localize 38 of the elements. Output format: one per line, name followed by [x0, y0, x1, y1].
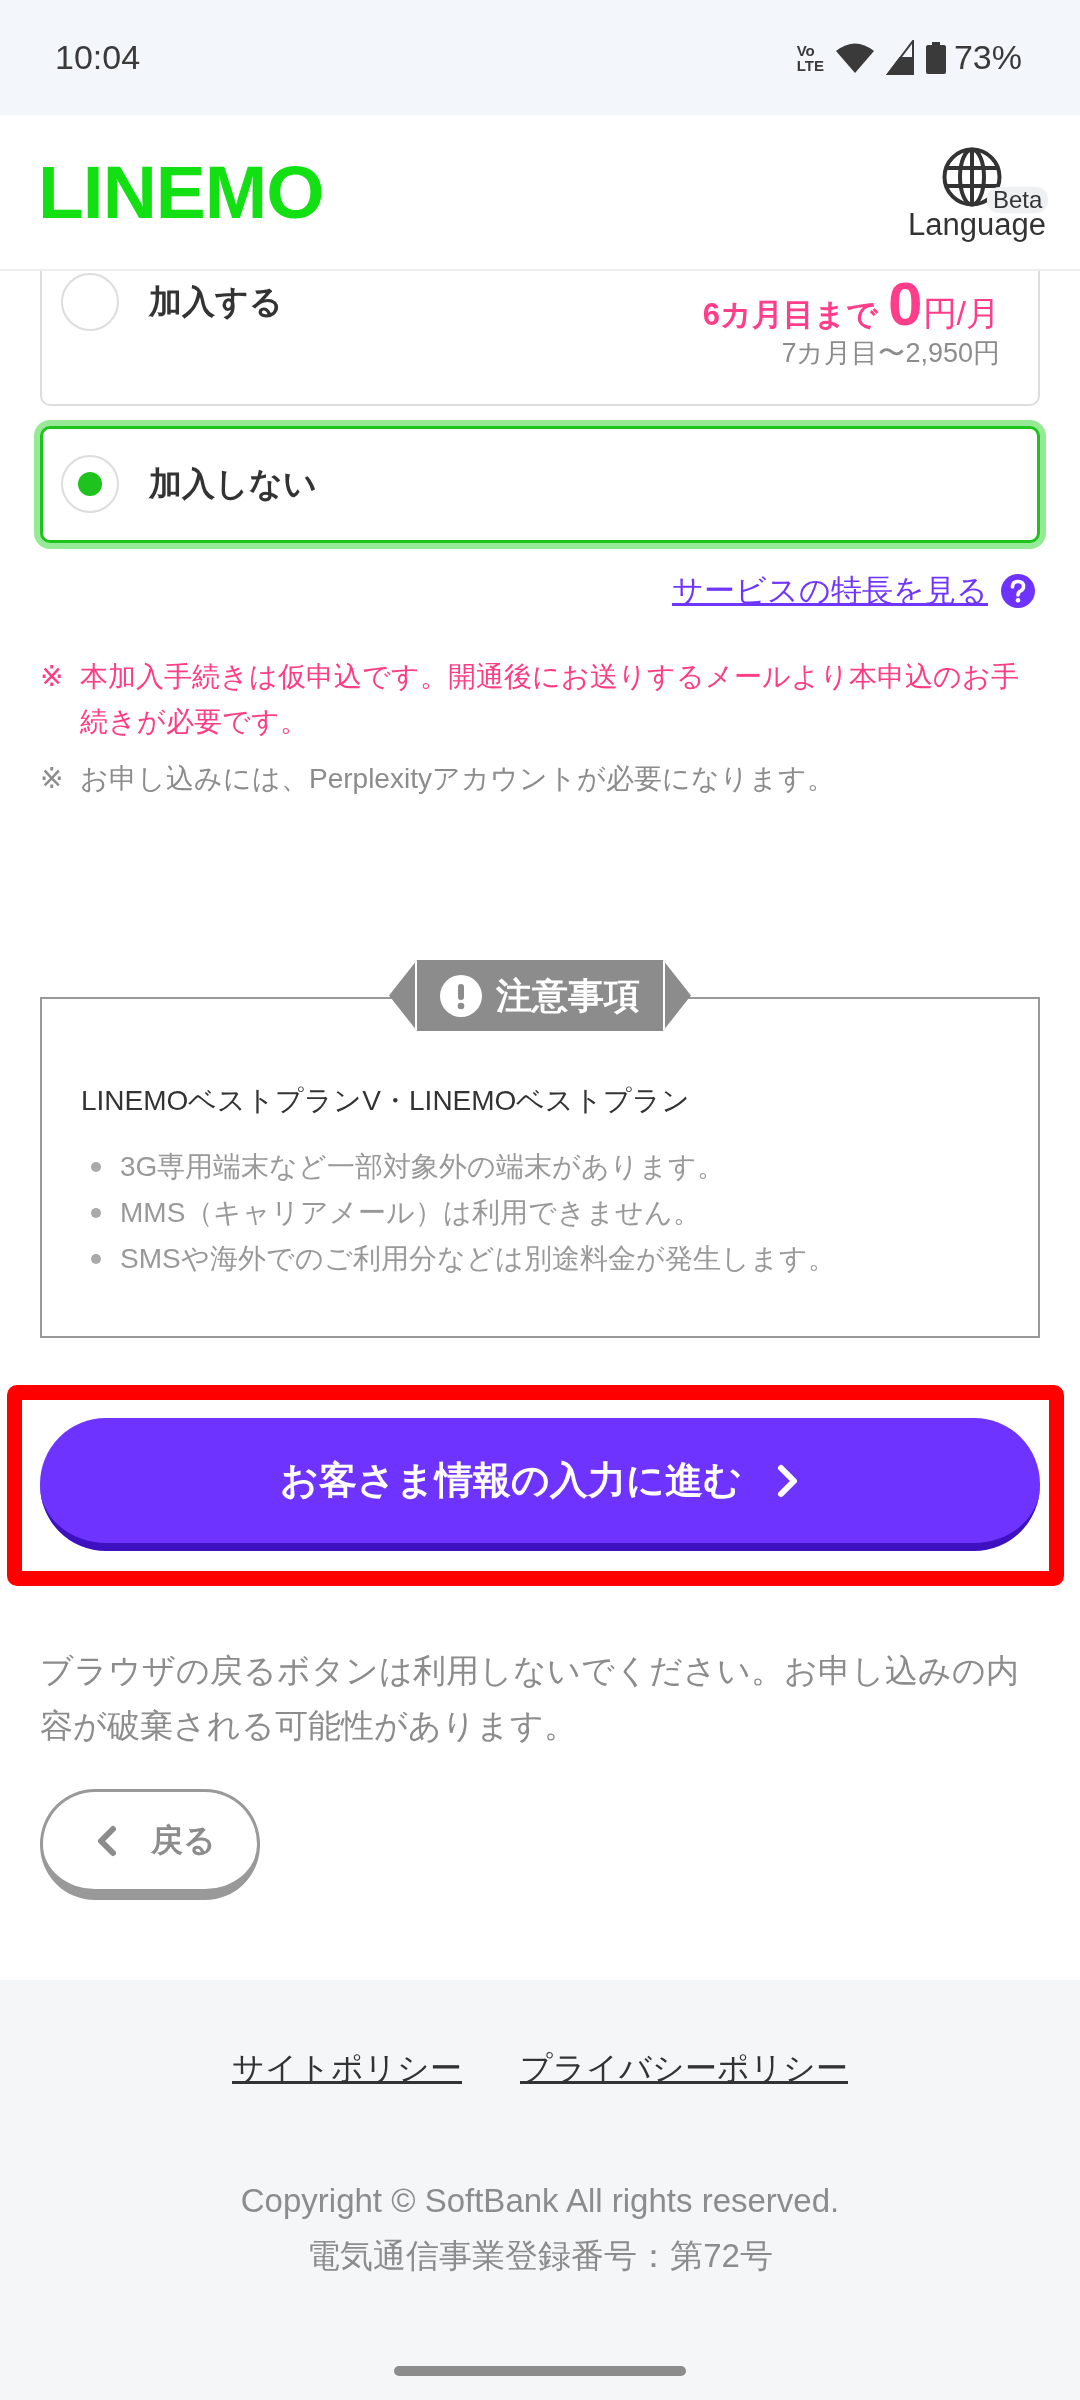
notice-title: 注意事項	[496, 977, 640, 1014]
note-mark: ※	[40, 660, 65, 694]
chevron-right-icon	[776, 1462, 800, 1499]
wifi-icon	[835, 42, 874, 73]
battery-percent: 73%	[953, 38, 1022, 77]
footer-link[interactable]: サイトポリシー	[232, 2046, 462, 2090]
plan-option-card[interactable]: 加入する 6カ月目まで 0円/月 7カ月目〜2,950円	[40, 271, 1040, 406]
bullet-icon	[91, 1254, 101, 1264]
registration-text: 電気通信事業登録番号：第72号	[307, 2236, 773, 2276]
radio-button[interactable]	[61, 455, 119, 513]
note-text: お申し込みには、Perplexityアカウントが必要になります。	[80, 762, 835, 796]
language-button[interactable]: Beta Language	[899, 147, 1055, 243]
footer-link[interactable]: プライバシーポリシー	[520, 2046, 848, 2090]
radio-button[interactable]	[61, 273, 119, 331]
bullet-icon	[91, 1162, 101, 1172]
notice-heading: LINEMOベストプランV・LINEMOベストプラン	[81, 1084, 692, 1118]
option-label: 加入する	[149, 282, 283, 322]
volte-indicator: Vo LTE	[796, 42, 824, 73]
price-note: 7カ月目〜2,950円	[781, 337, 1000, 370]
bullet-icon	[91, 1208, 101, 1218]
beta-badge: Beta	[987, 187, 1049, 213]
signal-icon	[885, 40, 914, 75]
status-time: 10:04	[55, 38, 141, 77]
next-button[interactable]: お客さま情報の入力に進む	[40, 1418, 1040, 1551]
help-icon[interactable]	[1001, 574, 1035, 608]
feature-link[interactable]: サービスの特長を見る	[672, 571, 988, 611]
notice-item: 3G専用端末など一部対象外の端末があります。	[120, 1150, 726, 1184]
note-mark: ※	[40, 762, 65, 796]
note-text: 本加入手続きは仮申込です。開通後にお送りするメールより本申込のお手続きが必要です。	[80, 660, 1020, 739]
exclamation-icon	[440, 974, 482, 1017]
chevron-left-icon	[96, 1823, 118, 1858]
copyright-text: Copyright © SoftBank All rights reserved.	[240, 2181, 840, 2221]
warning-text: ブラウザの戻るボタンは利用しないでください。お申し込みの内容が破棄される可能性があります。	[40, 1651, 1020, 1746]
price-text: 6カ月目まで 0円/月	[702, 273, 1000, 335]
battery-icon	[925, 41, 946, 74]
notice-item: MMS（キャリアメール）は利用できません。	[120, 1196, 702, 1230]
option-label: 加入しない	[149, 464, 317, 504]
notice-item: SMSや海外でのご利用分などは別途料金が発生します。	[120, 1242, 836, 1276]
